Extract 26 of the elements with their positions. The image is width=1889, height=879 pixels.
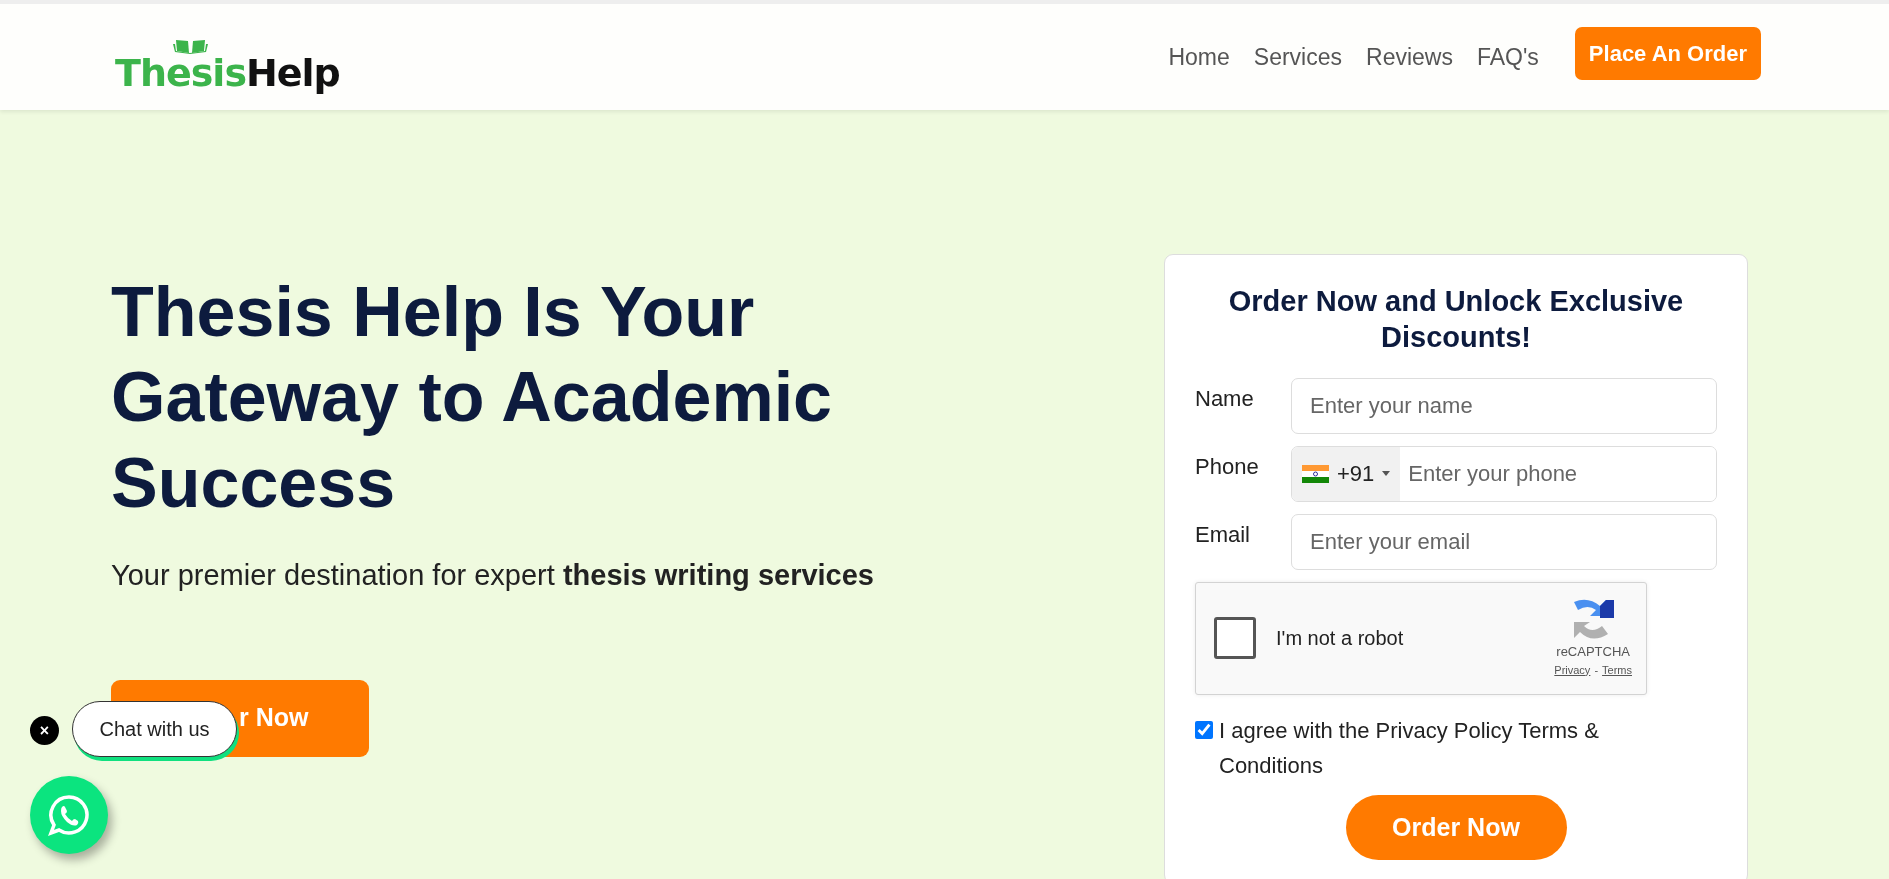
- caret-icon: [1382, 471, 1391, 476]
- field-label: Phone: [1195, 452, 1260, 481]
- nav-link[interactable]: FAQ's: [1476, 39, 1539, 75]
- input-field[interactable]: Enter your email: [1291, 513, 1717, 570]
- agree-text: I agree with the Privacy Policy Terms & Conditions: [1219, 716, 1600, 780]
- logo[interactable]: ThesisHelp: [115, 36, 340, 92]
- privacy-link[interactable]: Privacy: [1554, 661, 1591, 678]
- captcha-checkbox[interactable]: [1214, 617, 1256, 659]
- field-label: Name: [1195, 384, 1255, 413]
- phone-field[interactable]: +91 Enter your phone: [1291, 445, 1717, 502]
- input-field[interactable]: Enter your name: [1291, 377, 1717, 434]
- nav-link[interactable]: Home: [1168, 39, 1230, 75]
- chat-phone-icon: [48, 794, 90, 836]
- terms-link[interactable]: Terms: [1602, 661, 1632, 678]
- hero-subtitle: Your premier destination for expert thesis writing services: [111, 558, 874, 594]
- close-button[interactable]: ×: [30, 716, 59, 745]
- hero-heading: Thesis Help Is Your Gateway to Academic Success: [111, 272, 834, 524]
- captcha-label: I'm not a robot: [1276, 626, 1404, 651]
- recaptcha-brand: reCAPTCHA: [1556, 643, 1630, 661]
- nav-link[interactable]: Reviews: [1366, 39, 1453, 75]
- india-flag-icon: [1302, 464, 1329, 483]
- form-title: Order Now and Unlock Exclusive Discounts!: [1227, 284, 1685, 356]
- field-label: Email: [1195, 520, 1251, 549]
- nav-link[interactable]: Services: [1253, 39, 1343, 75]
- agree-checkbox[interactable]: [1195, 720, 1213, 739]
- separator: -: [1594, 662, 1599, 678]
